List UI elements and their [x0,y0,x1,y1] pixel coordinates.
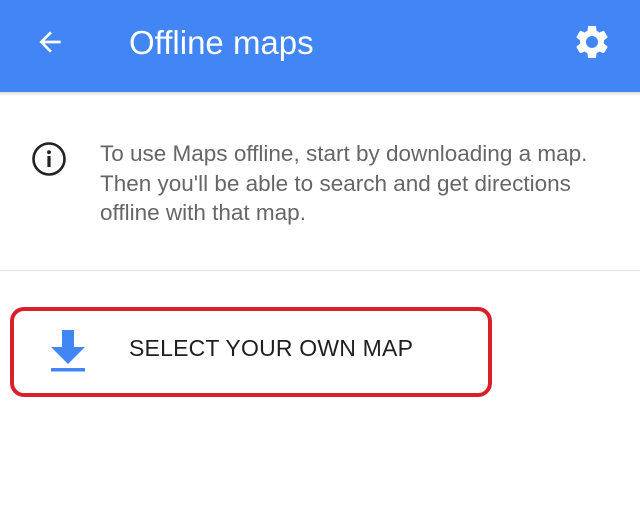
arrow-back-icon [39,31,61,53]
info-icon [32,142,66,176]
settings-button[interactable] [568,18,616,66]
app-bar: Offline maps [0,0,640,92]
divider [0,270,640,271]
download-icon [51,330,85,372]
gear-icon [576,26,608,58]
info-section: To use Maps offline, start by downloadin… [0,96,640,270]
back-button[interactable] [26,22,74,62]
select-your-own-map-label: SELECT YOUR OWN MAP [129,335,414,361]
page-title: Offline maps [129,24,314,61]
offline-maps-screen: Offline maps To use Maps offline, start … [0,0,640,523]
info-text: To use Maps offline, start by downloadin… [100,141,588,225]
select-your-own-map-button[interactable]: SELECT YOUR OWN MAP [10,307,492,397]
